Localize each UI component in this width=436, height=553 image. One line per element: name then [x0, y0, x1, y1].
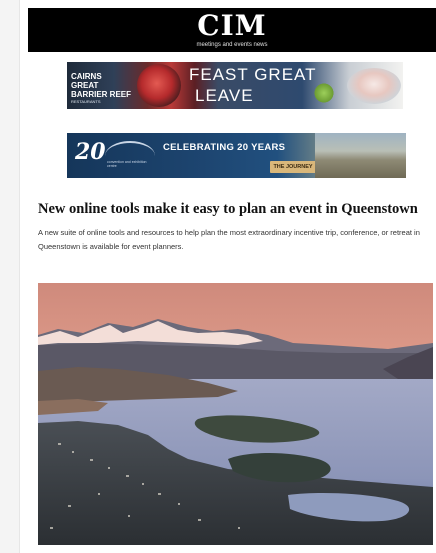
anniversary-title: CELEBRATING 20 YEARS	[163, 142, 286, 153]
masthead[interactable]: CIM meetings and events news	[28, 8, 436, 52]
great-barrier-reef-label: GREAT BARRIER REEF	[71, 81, 132, 99]
twenty-logo: 20	[75, 139, 106, 165]
cairns-brand: CAIRNS GREAT BARRIER REEF RESTAURANTS	[71, 72, 131, 105]
article-headline[interactable]: New online tools make it easy to plan an…	[38, 200, 436, 218]
lime-photo-icon	[313, 82, 335, 104]
cairns-sub-label: RESTAURANTS	[71, 99, 101, 104]
dish-photo-icon	[137, 64, 181, 107]
article-intro: A new suite of online tools and resource…	[38, 228, 420, 251]
queenstown-hero-image[interactable]	[38, 283, 433, 545]
feast-title-line-2: LEAVE GREATER	[195, 86, 282, 109]
the-journey-button[interactable]: THE JOURNEY	[270, 161, 316, 173]
celebrating-20-years-banner-ad[interactable]: 20 convention and exhibition centre CELE…	[67, 133, 406, 178]
dessert-bowl-photo-icon	[347, 68, 401, 104]
queenstown-landscape-illustration	[38, 283, 433, 545]
cim-logo: CIM	[197, 9, 267, 42]
cairns-label: CAIRNS	[71, 72, 102, 81]
city-aerial-photo	[315, 133, 406, 178]
feast-title-line-1: FEAST GREAT	[189, 65, 317, 84]
masthead-tagline: meetings and events news	[196, 42, 268, 48]
feast-great-banner-ad[interactable]: CAIRNS GREAT BARRIER REEF RESTAURANTS FE…	[67, 62, 403, 109]
centre-name: convention and exhibition centre	[107, 160, 147, 168]
email-body: CIM meetings and events news CAIRNS GREA…	[20, 0, 436, 553]
feast-banner-title: FEAST GREAT LEAVE GREATER	[189, 64, 329, 109]
